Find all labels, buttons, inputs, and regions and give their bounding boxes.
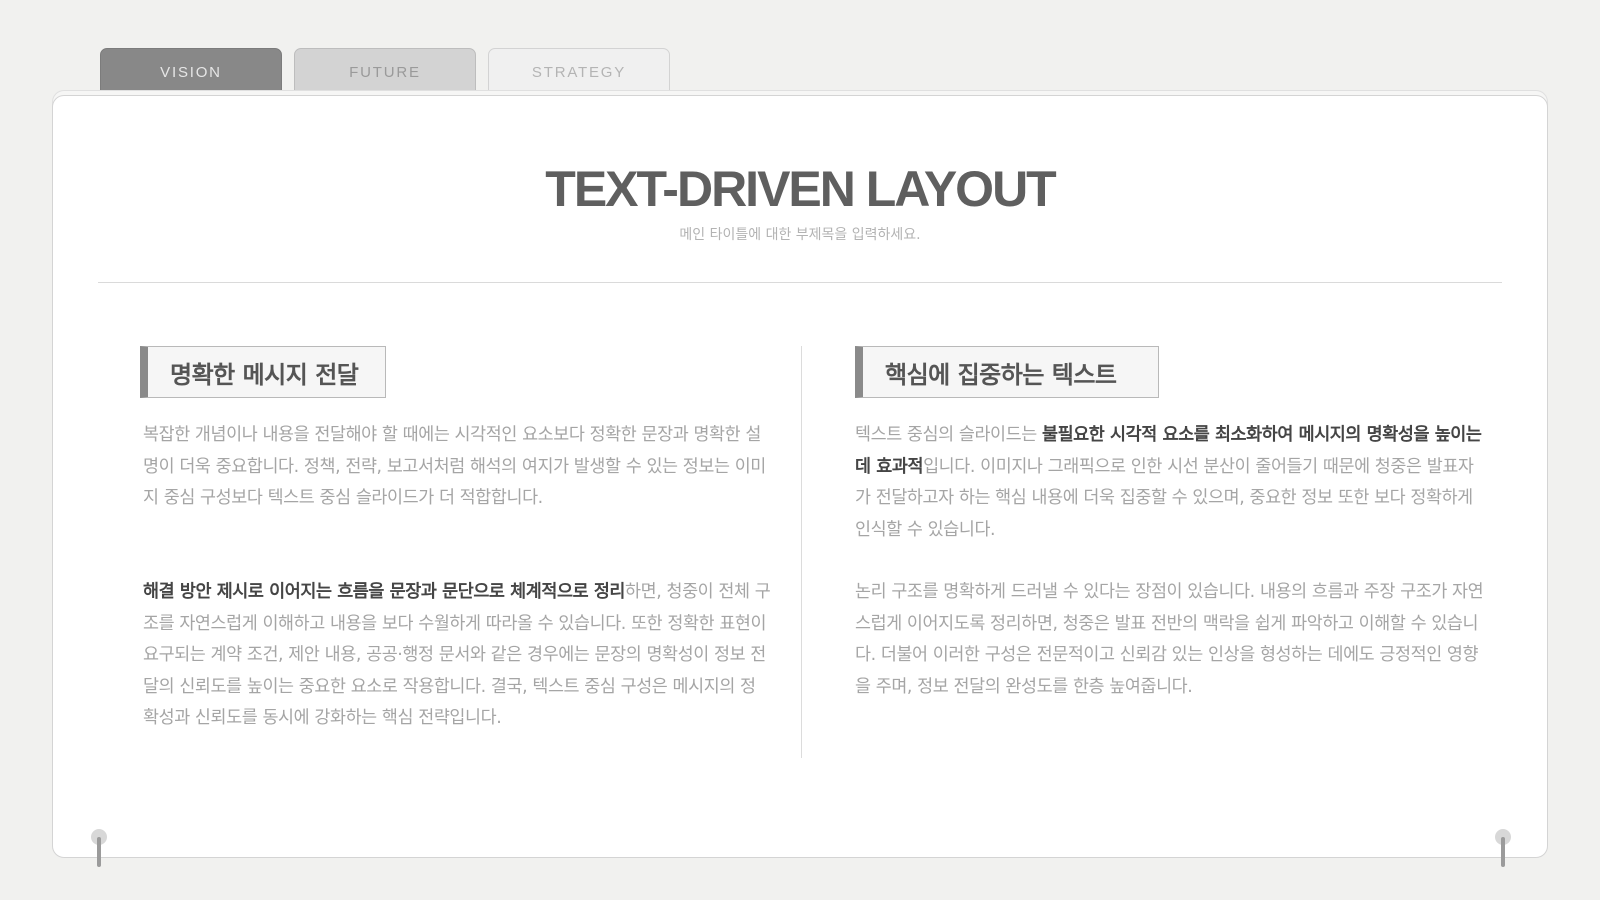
left-paragraph-1: 복잡한 개념이나 내용을 전달해야 할 때에는 시각적인 요소보다 정확한 문장…: [143, 425, 766, 508]
right-section-heading: 핵심에 집중하는 텍스트: [855, 346, 1159, 398]
pin-icon: [88, 829, 110, 869]
right-paragraph-1: 텍스트 중심의 슬라이드는 불필요한 시각적 요소를 최소화하여 메시지의 명확…: [855, 420, 1485, 546]
left-paragraph-2-bold: 해결 방안 제시로 이어지는 흐름을 문장과 문단으로 체계적으로 정리: [143, 582, 626, 602]
tab-strategy[interactable]: STRATEGY: [488, 48, 670, 96]
tab-vision[interactable]: VISION: [100, 48, 282, 96]
left-paragraph-2: 해결 방안 제시로 이어지는 흐름을 문장과 문단으로 체계적으로 정리하면, …: [143, 577, 771, 735]
left-section-heading: 명확한 메시지 전달: [140, 346, 386, 398]
right-paragraph-1-pre: 텍스트 중심의 슬라이드는: [855, 425, 1042, 445]
column-divider: [801, 346, 802, 758]
title-divider: [98, 282, 1502, 283]
pin-icon: [1492, 829, 1514, 869]
page-title: TEXT-DRIVEN LAYOUT: [545, 161, 1056, 217]
right-paragraph-2: 논리 구조를 명확하게 드러낼 수 있다는 장점이 있습니다. 내용의 흐름과 …: [855, 582, 1484, 697]
page-subtitle: 메인 타이틀에 대한 부제목을 입력하세요.: [679, 227, 921, 243]
tab-future[interactable]: FUTURE: [294, 48, 476, 96]
left-paragraph-2-rest: 하면, 청중이 전체 구조를 자연스럽게 이해하고 내용을 보다 수월하게 따라…: [143, 582, 771, 728]
right-paragraph-1-rest: 입니다. 이미지나 그래픽으로 인한 시선 분산이 줄어들기 때문에 청중은 발…: [855, 456, 1474, 540]
